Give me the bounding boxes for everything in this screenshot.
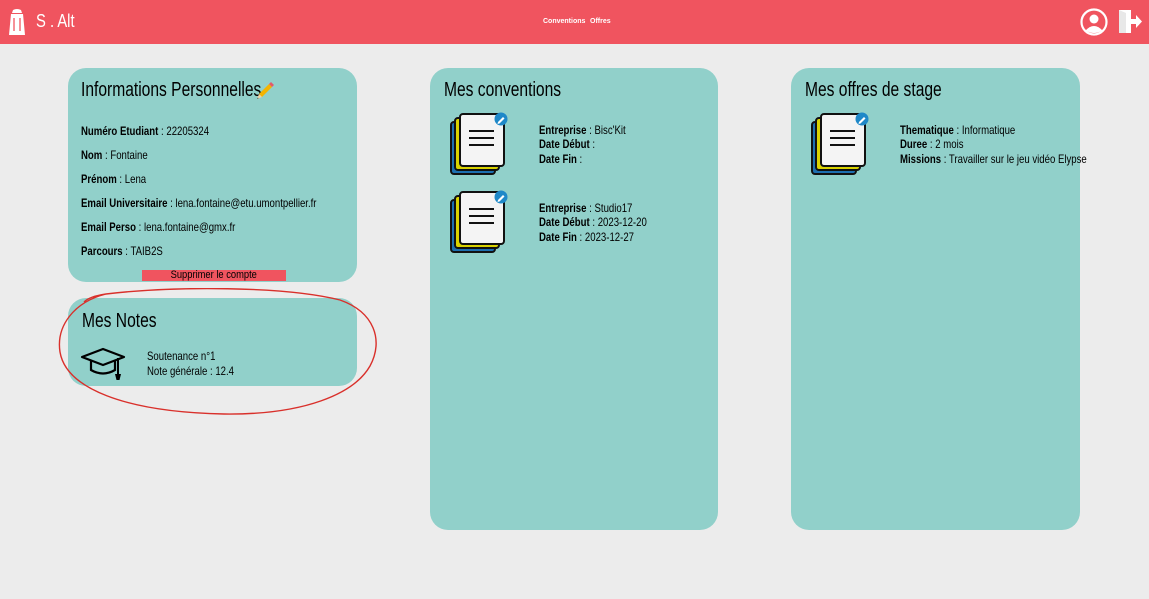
top-bar: S . Alt Conventions Offres bbox=[0, 0, 1149, 44]
conventions-card: Mes conventions Entreprise : Bisc'Kit Da… bbox=[430, 68, 718, 530]
offer-missions-row: Missions : Travailler sur le jeu vidéo E… bbox=[900, 152, 1087, 166]
pencil-edit-icon[interactable] bbox=[254, 80, 276, 102]
exam-name: Soutenance n°1 bbox=[147, 349, 216, 363]
offer-theme-row: Thematique : Informatique bbox=[900, 123, 1016, 137]
last-name-row: Nom : Fontaine bbox=[81, 148, 148, 162]
overall-grade-row: Note générale : 12.4 bbox=[147, 364, 235, 378]
document-edit-icon[interactable] bbox=[448, 112, 510, 178]
first-name-row: Prénom : Lena bbox=[81, 172, 147, 186]
offers-title: Mes offres de stage bbox=[805, 79, 942, 101]
notes-title: Mes Notes bbox=[82, 310, 157, 332]
offers-card: Mes offres de stage Thematique : Informa… bbox=[791, 68, 1087, 530]
student-number-row: Numéro Etudiant : 22205324 bbox=[81, 124, 210, 138]
personal-info-card: Informations Personnelles Numéro Etudian… bbox=[68, 68, 357, 282]
convention-company-row: Entreprise : Studio17 bbox=[539, 201, 633, 215]
nav-offres[interactable]: Offres bbox=[590, 18, 611, 25]
personal-email-row: Email Perso : lena.fontaine@gmx.fr bbox=[81, 220, 236, 234]
conventions-title: Mes conventions bbox=[444, 79, 562, 101]
notes-card: Mes Notes Soutenance n°1 Note générale :… bbox=[68, 298, 357, 386]
convention-company-row: Entreprise : Bisc'Kit bbox=[539, 123, 626, 137]
offer-duration-row: Duree : 2 mois bbox=[900, 137, 964, 151]
delete-account-button[interactable]: Supprimer le compte bbox=[142, 270, 286, 281]
document-edit-icon[interactable] bbox=[809, 112, 871, 178]
university-email-row: Email Universitaire : lena.fontaine@etu.… bbox=[81, 196, 317, 210]
convention-end-row: Date Fin : 2023-12-27 bbox=[539, 230, 634, 244]
convention-start-row: Date Début : 2023-12-20 bbox=[539, 215, 647, 229]
graduation-cap-icon bbox=[80, 347, 126, 380]
nav-conventions[interactable]: Conventions bbox=[543, 18, 585, 25]
main-nav: Conventions Offres bbox=[0, 18, 1149, 30]
user-profile-icon[interactable] bbox=[1080, 8, 1108, 36]
document-edit-icon[interactable] bbox=[448, 190, 510, 256]
convention-end-row: Date Fin : bbox=[539, 152, 583, 166]
personal-info-title: Informations Personnelles bbox=[81, 79, 262, 101]
track-row: Parcours : TAIB2S bbox=[81, 244, 163, 258]
convention-start-row: Date Début : bbox=[539, 137, 596, 151]
logout-icon[interactable] bbox=[1117, 9, 1142, 34]
